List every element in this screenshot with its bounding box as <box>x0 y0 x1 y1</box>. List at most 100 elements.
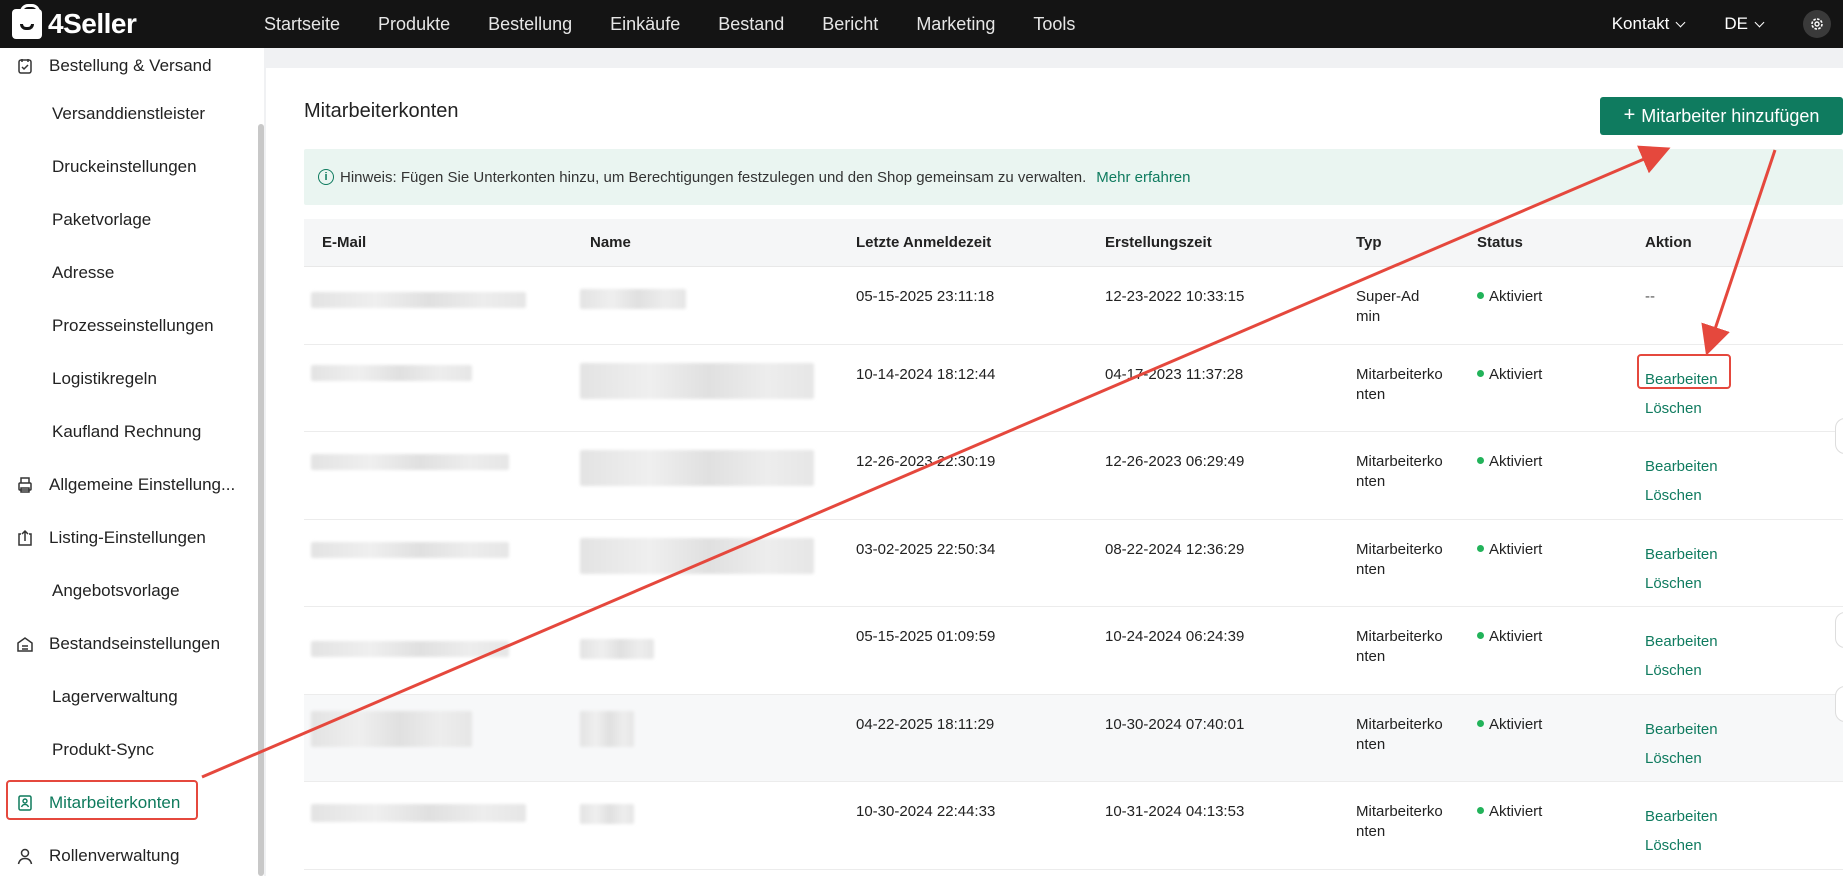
sidebar-item-logistikregeln[interactable]: Logistikregeln <box>0 361 250 397</box>
sidebar-item-mitarbeiterkonten[interactable]: Mitarbeiterkonten <box>0 785 250 821</box>
delete-link[interactable]: Löschen <box>1645 831 1718 860</box>
settings-sidebar: Bestellung & Versand Versanddienstleiste… <box>0 48 264 876</box>
created-cell: 08-22-2024 12:36:29 <box>1105 541 1245 558</box>
edit-link[interactable]: Bearbeiten <box>1645 540 1718 569</box>
status-cell: Aktiviert <box>1477 452 1542 472</box>
type-cell: Mitarbeiterkonten <box>1356 716 1443 753</box>
delete-link[interactable]: Löschen <box>1645 744 1718 773</box>
redacted-name <box>580 711 634 747</box>
table-row: 10-30-2024 22:44:33 10-31-2024 04:13:53 … <box>304 782 1843 870</box>
nav-einkaeufe[interactable]: Einkäufe <box>591 14 699 35</box>
status-dot-icon <box>1477 545 1484 552</box>
gear-icon[interactable] <box>1803 10 1831 38</box>
status-dot-icon <box>1477 720 1484 727</box>
app-name: 4Seller <box>48 8 137 39</box>
learn-more-link[interactable]: Mehr erfahren <box>1096 169 1190 186</box>
type-cell: Super-Admin <box>1356 288 1420 325</box>
redacted-email <box>311 711 472 747</box>
edit-link[interactable]: Bearbeiten <box>1645 452 1718 481</box>
nav-bestellung[interactable]: Bestellung <box>469 14 591 35</box>
sidebar-item-listing-einstellungen[interactable]: Listing-Einstellungen <box>0 520 250 556</box>
status-cell: Aktiviert <box>1477 627 1542 647</box>
nav-bericht[interactable]: Bericht <box>803 14 897 35</box>
side-float-button[interactable] <box>1835 686 1843 722</box>
sidebar-item-rollenverwaltung[interactable]: Rollenverwaltung <box>0 838 250 874</box>
sidebar-item-lagerverwaltung[interactable]: Lagerverwaltung <box>0 679 250 715</box>
status-dot-icon <box>1477 457 1484 464</box>
page-title: Mitarbeiterkonten <box>304 100 459 122</box>
table-row: 10-14-2024 18:12:44 04-17-2023 11:37:28 … <box>304 345 1843 432</box>
chevron-down-icon <box>1754 17 1765 27</box>
type-cell: Mitarbeiterkonten <box>1356 803 1443 840</box>
redacted-name <box>580 538 814 574</box>
last-login-cell: 04-22-2025 18:11:29 <box>856 716 995 733</box>
status-cell: Aktiviert <box>1477 540 1542 560</box>
sidebar-item-angebotsvorlage[interactable]: Angebotsvorlage <box>0 573 250 609</box>
action-cell: Bearbeiten Löschen <box>1645 715 1718 773</box>
status-label: Aktiviert <box>1489 453 1543 470</box>
nav-produkte[interactable]: Produkte <box>359 14 469 35</box>
created-cell: 04-17-2023 11:37:28 <box>1105 366 1244 383</box>
inventory-icon <box>16 635 34 653</box>
status-cell: Aktiviert <box>1477 802 1542 822</box>
nav-marketing[interactable]: Marketing <box>897 14 1014 35</box>
nav-tools[interactable]: Tools <box>1014 14 1094 35</box>
redacted-name <box>580 639 654 659</box>
language-dropdown[interactable]: DE <box>1724 14 1765 34</box>
top-right-controls: Kontakt DE <box>1612 10 1843 38</box>
nav-startseite[interactable]: Startseite <box>245 14 359 35</box>
redacted-email <box>311 804 526 822</box>
column-header-status: Status <box>1477 234 1523 251</box>
nav-bestand[interactable]: Bestand <box>699 14 803 35</box>
sidebar-item-adresse[interactable]: Adresse <box>0 255 250 291</box>
action-cell: Bearbeiten Löschen <box>1645 802 1718 860</box>
sidebar-item-druckeinstellungen[interactable]: Druckeinstellungen <box>0 149 250 185</box>
sidebar-item-label: Allgemeine Einstellung... <box>49 475 236 494</box>
app-logo[interactable]: 4Seller <box>12 4 232 40</box>
type-cell: Mitarbeiterkonten <box>1356 628 1443 665</box>
no-action-cell: -- <box>1645 288 1655 305</box>
sidebar-item-kaufland-rechnung[interactable]: Kaufland Rechnung <box>0 414 250 450</box>
edit-link[interactable]: Bearbeiten <box>1645 627 1718 656</box>
status-label: Aktiviert <box>1489 541 1543 558</box>
created-cell: 12-23-2022 10:33:15 <box>1105 288 1245 305</box>
status-dot-icon <box>1477 807 1484 814</box>
delete-link[interactable]: Löschen <box>1645 394 1718 423</box>
table-row: 04-22-2025 18:11:29 10-30-2024 07:40:01 … <box>304 695 1843 782</box>
action-cell: Bearbeiten Löschen <box>1645 627 1718 685</box>
contact-dropdown[interactable]: Kontakt <box>1612 14 1686 34</box>
sidebar-item-allgemeine-einstellungen[interactable]: Allgemeine Einstellung... <box>0 467 250 503</box>
edit-link[interactable]: Bearbeiten <box>1645 715 1718 744</box>
edit-link[interactable]: Bearbeiten <box>1645 802 1718 831</box>
staff-badge-icon <box>16 794 34 812</box>
add-employee-button[interactable]: + Mitarbeiter hinzufügen <box>1600 97 1843 135</box>
sidebar-item-bestandseinstellungen[interactable]: Bestandseinstellungen <box>0 626 250 662</box>
status-dot-icon <box>1477 370 1484 377</box>
chevron-down-icon <box>1675 17 1686 27</box>
upload-icon <box>16 529 34 547</box>
side-float-button[interactable] <box>1835 612 1843 648</box>
hint-text: Hinweis: Fügen Sie Unterkonten hinzu, um… <box>340 168 1087 186</box>
sidebar-item-prozesseinstellungen[interactable]: Prozesseinstellungen <box>0 308 250 344</box>
edit-link[interactable]: Bearbeiten <box>1645 365 1718 394</box>
created-cell: 12-26-2023 06:29:49 <box>1105 453 1245 470</box>
delete-link[interactable]: Löschen <box>1645 569 1718 598</box>
delete-link[interactable]: Löschen <box>1645 656 1718 685</box>
sidebar-item-bestellung-versand[interactable]: Bestellung & Versand <box>0 48 250 84</box>
top-navigation-bar: 4Seller Startseite Produkte Bestellung E… <box>0 0 1843 48</box>
type-cell: Mitarbeiterkonten <box>1356 541 1443 578</box>
add-employee-label: Mitarbeiter hinzufügen <box>1641 105 1820 126</box>
sidebar-item-produkt-sync[interactable]: Produkt-Sync <box>0 732 250 768</box>
sidebar-item-paketvorlage[interactable]: Paketvorlage <box>0 202 250 238</box>
redacted-email <box>311 292 526 308</box>
action-cell: Bearbeiten Löschen <box>1645 452 1718 510</box>
last-login-cell: 10-30-2024 22:44:33 <box>856 803 996 820</box>
side-float-button[interactable] <box>1835 418 1843 454</box>
language-label: DE <box>1724 14 1748 33</box>
action-cell: Bearbeiten Löschen <box>1645 540 1718 598</box>
plus-icon: + <box>1623 103 1636 126</box>
sidebar-item-versanddienstleister[interactable]: Versanddienstleister <box>0 96 250 132</box>
type-cell: Mitarbeiterkonten <box>1356 366 1443 403</box>
delete-link[interactable]: Löschen <box>1645 481 1718 510</box>
sidebar-scrollbar[interactable] <box>258 124 264 876</box>
